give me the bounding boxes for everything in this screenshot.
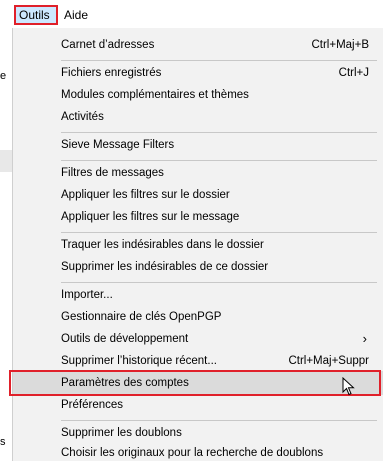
menu-item-label: Paramètres des comptes — [61, 377, 189, 389]
menu-separator — [61, 132, 377, 133]
menu-item-modules[interactable]: Modules complémentaires et thèmes — [13, 84, 383, 106]
menu-item-shortcut: Ctrl+J — [338, 67, 369, 79]
menu-item-label: Modules complémentaires et thèmes — [61, 89, 249, 101]
menu-item-choisir-originaux[interactable]: Choisir les originaux pour la recherche … — [13, 442, 383, 461]
background-window: e s — [0, 0, 12, 461]
menu-item-label: Préférences — [61, 399, 124, 411]
menu-item-shortcut: Ctrl+Maj+Suppr — [288, 355, 369, 367]
menu-item-shortcut: Ctrl+Maj+B — [311, 39, 369, 51]
background-panel — [0, 150, 12, 172]
menu-outils[interactable]: Outils — [14, 5, 58, 25]
menu-item-label: Supprimer les doublons — [61, 427, 182, 439]
menu-item-label: Importer... — [61, 289, 113, 301]
menu-item-label: Supprimer les indésirables de ce dossier — [61, 261, 269, 273]
menu-item-parametres-comptes[interactable]: Paramètres des comptes — [13, 371, 383, 395]
menu-item-appliquer-message[interactable]: Appliquer les filtres sur le message — [13, 206, 383, 228]
menu-item-supprimer-indesirables[interactable]: Supprimer les indésirables de ce dossier — [13, 256, 383, 278]
background-text-fragment: s — [0, 436, 6, 448]
menu-item-label: Supprimer l’historique récent... — [61, 355, 217, 367]
menu-item-appliquer-dossier[interactable]: Appliquer les filtres sur le dossier — [13, 184, 383, 206]
menu-separator — [61, 232, 377, 233]
menu-item-label: Activités — [61, 111, 104, 123]
background-text-fragment: e — [0, 70, 7, 82]
mouse-pointer-icon — [342, 377, 355, 396]
menu-separator — [61, 160, 377, 161]
menu-item-supprimer-doublons[interactable]: Supprimer les doublons — [13, 422, 383, 444]
menu-item-importer[interactable]: Importer... — [13, 284, 383, 306]
menu-item-label: Fichiers enregistrés — [61, 67, 162, 79]
menu-item-label: Filtres de messages — [61, 167, 164, 179]
menu-item-label: Traquer les indésirables dans le dossier — [61, 239, 264, 251]
menu-separator — [61, 420, 377, 421]
menu-item-label: Appliquer les filtres sur le dossier — [61, 189, 230, 201]
menu-bar: Outils Aide — [10, 0, 383, 28]
menu-item-label: Choisir les originaux pour la recherche … — [61, 447, 324, 459]
menu-item-label: Gestionnaire de clés OpenPGP — [61, 311, 222, 323]
menu-item-outils-developpement[interactable]: Outils de développement › — [13, 328, 383, 350]
menu-item-preferences[interactable]: Préférences — [13, 394, 383, 416]
menu-separator — [61, 282, 377, 283]
menu-separator — [61, 60, 377, 61]
menu-item-label: Outils de développement — [61, 333, 189, 345]
chevron-right-icon: › — [362, 331, 367, 346]
outils-dropdown-menu: Carnet d’adresses Ctrl+Maj+B Fichiers en… — [12, 28, 383, 461]
menu-item-supprimer-historique[interactable]: Supprimer l’historique récent... Ctrl+Ma… — [13, 350, 383, 372]
menu-item-openpgp[interactable]: Gestionnaire de clés OpenPGP — [13, 306, 383, 328]
menu-item-label: Appliquer les filtres sur le message — [61, 211, 240, 223]
menu-item-label: Carnet d’adresses — [61, 39, 155, 51]
menu-aide[interactable]: Aide — [60, 5, 100, 25]
menu-item-carnet-adresses[interactable]: Carnet d’adresses Ctrl+Maj+B — [13, 34, 383, 56]
menu-item-activites[interactable]: Activités — [13, 106, 383, 128]
menu-item-sieve[interactable]: Sieve Message Filters — [13, 134, 383, 156]
menu-item-filtres[interactable]: Filtres de messages — [13, 162, 383, 184]
screen: e s Outils Aide Carnet d’adresses Ctrl+M… — [0, 0, 383, 461]
menu-item-traquer[interactable]: Traquer les indésirables dans le dossier — [13, 234, 383, 256]
menu-item-label: Sieve Message Filters — [61, 139, 175, 151]
menu-item-fichiers-enregistres[interactable]: Fichiers enregistrés Ctrl+J — [13, 62, 383, 84]
